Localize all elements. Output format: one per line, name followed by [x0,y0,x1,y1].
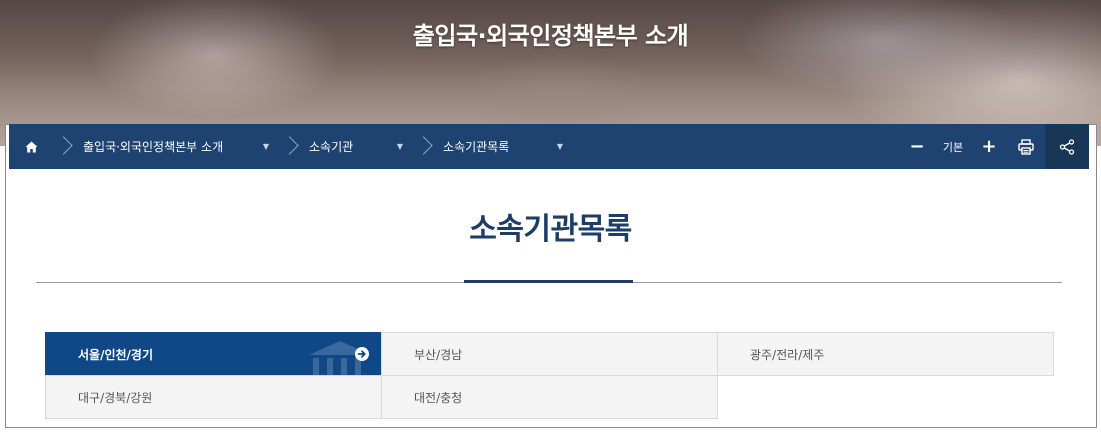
breadcrumb-separator [53,124,83,169]
breadcrumb-item-agency-list[interactable]: 소속기관목록 ▼ [443,124,573,169]
zoom-out-button[interactable]: − [899,124,935,169]
page-title: 소속기관목록 [469,212,632,247]
region-tab-daejeon[interactable]: 대전/충청 [381,375,718,419]
arrow-right-circle-icon [355,347,369,361]
zoom-reset-button[interactable]: 기본 [935,124,971,169]
caret-down-icon: ▼ [556,142,563,151]
page-tools: − 기본 + [899,124,1089,169]
home-button[interactable] [9,124,53,169]
breadcrumb-label: 출입국·외국인정책본부 소개 [83,140,224,154]
region-tabs: 서울/인천/경기 부산/경남 광주/전라/제주 대구/경북/강원 대전/충청 [45,332,1054,419]
region-label: 대구/경북/강원 [78,390,153,405]
breadcrumb-item-agencies[interactable]: 소속기관 ▼ [309,124,413,169]
breadcrumb-label: 소속기관목록 [443,140,510,154]
caret-down-icon: ▼ [396,142,403,151]
breadcrumb-separator [279,124,309,169]
zoom-in-button[interactable]: + [971,124,1007,169]
hero-title: 출입국·외국인정책본부 소개 [412,22,689,50]
region-label: 광주/전라/제주 [750,347,825,362]
region-tab-seoul[interactable]: 서울/인천/경기 [45,332,382,376]
breadcrumb-item-intro[interactable]: 출입국·외국인정책본부 소개 ▼ [83,124,279,169]
breadcrumb-separator [413,124,443,169]
breadcrumb-navbar: 출입국·외국인정책본부 소개 ▼ 소속기관 ▼ 소속기관목록 ▼ − 기본 + [9,124,1089,169]
caret-down-icon: ▼ [262,142,269,151]
region-tab-gwangju[interactable]: 광주/전라/제주 [717,332,1054,376]
region-tab-daegu[interactable]: 대구/경북/강원 [45,375,382,419]
home-icon [25,141,37,152]
region-label: 부산/경남 [414,347,463,362]
region-tab-busan[interactable]: 부산/경남 [381,332,718,376]
printer-icon [1018,138,1034,155]
region-label: 서울/인천/경기 [78,347,154,362]
share-icon [1059,138,1075,155]
share-button[interactable] [1045,124,1089,169]
print-button[interactable] [1007,124,1045,169]
breadcrumb-label: 소속기관 [309,140,354,154]
title-accent-bar [464,280,633,283]
region-label: 대전/충청 [414,390,463,405]
